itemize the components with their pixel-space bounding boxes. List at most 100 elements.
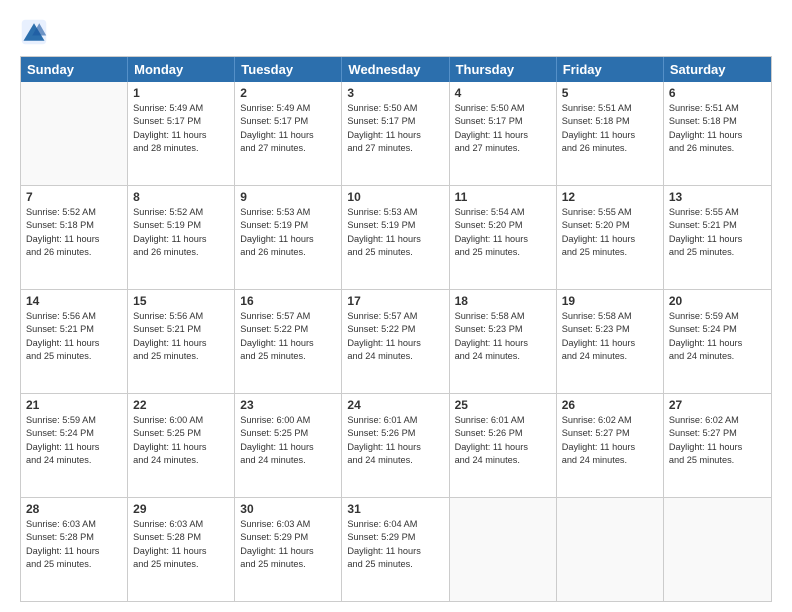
day-cell: [557, 498, 664, 601]
day-number: 12: [562, 190, 658, 204]
day-cell: 21 Sunrise: 5:59 AMSunset: 5:24 PMDayligh…: [21, 394, 128, 497]
day-number: 26: [562, 398, 658, 412]
day-info: Sunrise: 5:53 AMSunset: 5:19 PMDaylight:…: [240, 206, 336, 259]
day-number: 11: [455, 190, 551, 204]
day-number: 3: [347, 86, 443, 100]
day-number: 7: [26, 190, 122, 204]
day-header-friday: Friday: [557, 57, 664, 82]
logo: [20, 18, 52, 46]
day-number: 31: [347, 502, 443, 516]
day-number: 21: [26, 398, 122, 412]
day-info: Sunrise: 5:58 AMSunset: 5:23 PMDaylight:…: [455, 310, 551, 363]
day-cell: 26Sunrise: 6:02 AMSunset: 5:27 PMDayligh…: [557, 394, 664, 497]
day-cell: 15Sunrise: 5:56 AMSunset: 5:21 PMDayligh…: [128, 290, 235, 393]
day-number: 14: [26, 294, 122, 308]
day-cell: 22 Sunrise: 6:00 AMSunset: 5:25 PMDayligh…: [128, 394, 235, 497]
day-info: Sunrise: 5:49 AMSunset: 5:17 PMDaylight:…: [133, 102, 229, 155]
day-number: 20: [669, 294, 766, 308]
day-cell: [21, 82, 128, 185]
day-info: Sunrise: 5:59 AMSunset: 5:24 PMDaylight:…: [26, 414, 122, 467]
day-number: 25: [455, 398, 551, 412]
week-row-2: 7 Sunrise: 5:52 AMSunset: 5:18 PMDaylight…: [21, 185, 771, 289]
day-cell: 7 Sunrise: 5:52 AMSunset: 5:18 PMDaylight…: [21, 186, 128, 289]
day-number: 13: [669, 190, 766, 204]
day-cell: 1 Sunrise: 5:49 AMSunset: 5:17 PMDaylight…: [128, 82, 235, 185]
day-header-sunday: Sunday: [21, 57, 128, 82]
week-row-4: 21 Sunrise: 5:59 AMSunset: 5:24 PMDayligh…: [21, 393, 771, 497]
day-cell: 9 Sunrise: 5:53 AMSunset: 5:19 PMDaylight…: [235, 186, 342, 289]
day-number: 24: [347, 398, 443, 412]
day-info: Sunrise: 5:50 AMSunset: 5:17 PMDaylight:…: [347, 102, 443, 155]
day-cell: 16 Sunrise: 5:57 AMSunset: 5:22 PMDayligh…: [235, 290, 342, 393]
day-cell: 25 Sunrise: 6:01 AMSunset: 5:26 PMDayligh…: [450, 394, 557, 497]
day-info: Sunrise: 5:50 AMSunset: 5:17 PMDaylight:…: [455, 102, 551, 155]
day-info: Sunrise: 6:00 AMSunset: 5:25 PMDaylight:…: [133, 414, 229, 467]
day-number: 18: [455, 294, 551, 308]
day-info: Sunrise: 5:56 AMSunset: 5:21 PMDaylight:…: [133, 310, 229, 363]
day-number: 1: [133, 86, 229, 100]
day-cell: 11 Sunrise: 5:54 AMSunset: 5:20 PMDayligh…: [450, 186, 557, 289]
day-cell: 3 Sunrise: 5:50 AMSunset: 5:17 PMDaylight…: [342, 82, 449, 185]
day-info: Sunrise: 5:57 AMSunset: 5:22 PMDaylight:…: [347, 310, 443, 363]
day-number: 8: [133, 190, 229, 204]
day-number: 6: [669, 86, 766, 100]
day-cell: 4 Sunrise: 5:50 AMSunset: 5:17 PMDaylight…: [450, 82, 557, 185]
calendar: SundayMondayTuesdayWednesdayThursdayFrid…: [20, 56, 772, 602]
day-number: 22: [133, 398, 229, 412]
day-info: Sunrise: 5:54 AMSunset: 5:20 PMDaylight:…: [455, 206, 551, 259]
day-header-wednesday: Wednesday: [342, 57, 449, 82]
day-cell: [664, 498, 771, 601]
day-header-tuesday: Tuesday: [235, 57, 342, 82]
day-cell: 31 Sunrise: 6:04 AMSunset: 5:29 PMDayligh…: [342, 498, 449, 601]
day-cell: 20 Sunrise: 5:59 AMSunset: 5:24 PMDayligh…: [664, 290, 771, 393]
header: [20, 18, 772, 46]
day-number: 23: [240, 398, 336, 412]
day-number: 9: [240, 190, 336, 204]
day-number: 17: [347, 294, 443, 308]
day-number: 19: [562, 294, 658, 308]
day-cell: 23 Sunrise: 6:00 AMSunset: 5:25 PMDayligh…: [235, 394, 342, 497]
day-number: 4: [455, 86, 551, 100]
logo-icon: [20, 18, 48, 46]
day-info: Sunrise: 6:04 AMSunset: 5:29 PMDaylight:…: [347, 518, 443, 571]
day-info: Sunrise: 6:03 AMSunset: 5:28 PMDaylight:…: [133, 518, 229, 571]
day-cell: 24 Sunrise: 6:01 AMSunset: 5:26 PMDayligh…: [342, 394, 449, 497]
day-number: 5: [562, 86, 658, 100]
day-cell: 2 Sunrise: 5:49 AMSunset: 5:17 PMDaylight…: [235, 82, 342, 185]
day-info: Sunrise: 5:51 AMSunset: 5:18 PMDaylight:…: [562, 102, 658, 155]
day-info: Sunrise: 5:53 AMSunset: 5:19 PMDaylight:…: [347, 206, 443, 259]
day-number: 27: [669, 398, 766, 412]
day-info: Sunrise: 6:02 AMSunset: 5:27 PMDaylight:…: [669, 414, 766, 467]
day-cell: 19Sunrise: 5:58 AMSunset: 5:23 PMDayligh…: [557, 290, 664, 393]
day-number: 28: [26, 502, 122, 516]
day-info: Sunrise: 6:03 AMSunset: 5:28 PMDaylight:…: [26, 518, 122, 571]
day-cell: 28 Sunrise: 6:03 AMSunset: 5:28 PMDayligh…: [21, 498, 128, 601]
day-info: Sunrise: 5:55 AMSunset: 5:21 PMDaylight:…: [669, 206, 766, 259]
day-cell: 29Sunrise: 6:03 AMSunset: 5:28 PMDayligh…: [128, 498, 235, 601]
day-header-saturday: Saturday: [664, 57, 771, 82]
page: SundayMondayTuesdayWednesdayThursdayFrid…: [0, 0, 792, 612]
day-cell: 17 Sunrise: 5:57 AMSunset: 5:22 PMDayligh…: [342, 290, 449, 393]
day-cell: 8 Sunrise: 5:52 AMSunset: 5:19 PMDaylight…: [128, 186, 235, 289]
week-row-5: 28 Sunrise: 6:03 AMSunset: 5:28 PMDayligh…: [21, 497, 771, 601]
day-info: Sunrise: 5:55 AMSunset: 5:20 PMDaylight:…: [562, 206, 658, 259]
day-info: Sunrise: 6:01 AMSunset: 5:26 PMDaylight:…: [347, 414, 443, 467]
day-cell: 12 Sunrise: 5:55 AMSunset: 5:20 PMDayligh…: [557, 186, 664, 289]
day-info: Sunrise: 5:49 AMSunset: 5:17 PMDaylight:…: [240, 102, 336, 155]
day-info: Sunrise: 6:01 AMSunset: 5:26 PMDaylight:…: [455, 414, 551, 467]
day-info: Sunrise: 5:57 AMSunset: 5:22 PMDaylight:…: [240, 310, 336, 363]
day-number: 16: [240, 294, 336, 308]
day-header-thursday: Thursday: [450, 57, 557, 82]
day-info: Sunrise: 5:52 AMSunset: 5:19 PMDaylight:…: [133, 206, 229, 259]
day-info: Sunrise: 5:59 AMSunset: 5:24 PMDaylight:…: [669, 310, 766, 363]
day-cell: 6Sunrise: 5:51 AMSunset: 5:18 PMDaylight…: [664, 82, 771, 185]
day-info: Sunrise: 6:00 AMSunset: 5:25 PMDaylight:…: [240, 414, 336, 467]
day-cell: 10Sunrise: 5:53 AMSunset: 5:19 PMDayligh…: [342, 186, 449, 289]
day-info: Sunrise: 5:52 AMSunset: 5:18 PMDaylight:…: [26, 206, 122, 259]
day-cell: 30Sunrise: 6:03 AMSunset: 5:29 PMDayligh…: [235, 498, 342, 601]
day-cell: 14Sunrise: 5:56 AMSunset: 5:21 PMDayligh…: [21, 290, 128, 393]
week-row-3: 14 Sunrise: 5:56 AMSunset: 5:21 PMDayligh…: [21, 289, 771, 393]
day-headers: SundayMondayTuesdayWednesdayThursdayFrid…: [21, 57, 771, 82]
day-number: 30: [240, 502, 336, 516]
day-number: 2: [240, 86, 336, 100]
